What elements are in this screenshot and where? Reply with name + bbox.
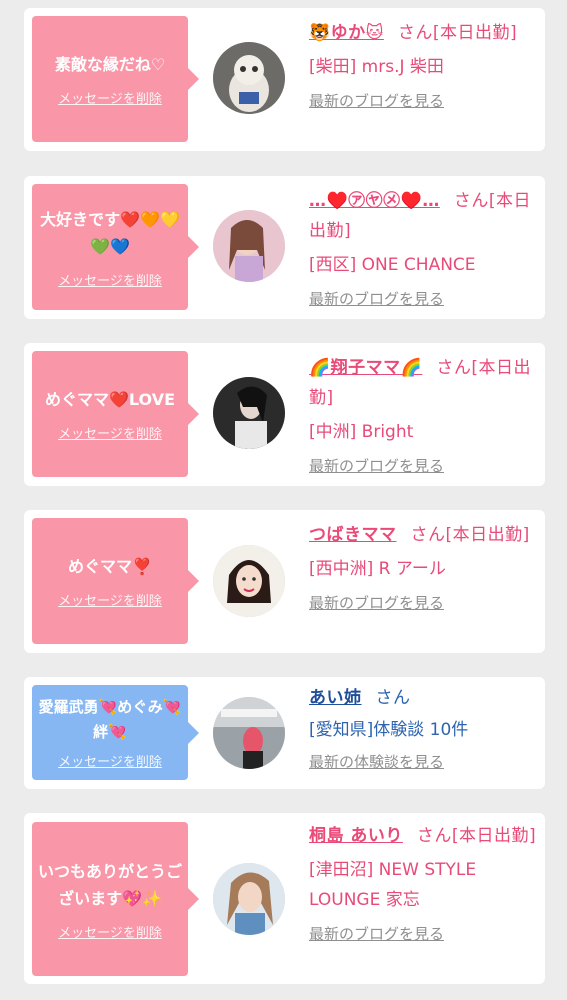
message-bubble: 大好きです❤️🧡💛💚💙 メッセージを削除 bbox=[32, 184, 199, 310]
woman-avatar[interactable] bbox=[213, 210, 285, 282]
latest-blog-link[interactable]: 最新のブログを見る bbox=[309, 455, 539, 476]
message-bubble: 素敵な縁だね♡ メッセージを削除 bbox=[32, 16, 199, 142]
message-bubble: めぐママ❣️ メッセージを削除 bbox=[32, 518, 199, 644]
woman-avatar[interactable] bbox=[213, 863, 285, 935]
message-card: いつもありがとうございます💖✨ メッセージを削除 桐島 あいり さん[本日出勤] … bbox=[24, 813, 545, 984]
shop-name: [西区] ONE CHANCE bbox=[309, 255, 476, 275]
message-bubble: めぐママ❤️LOVE メッセージを削除 bbox=[32, 351, 199, 477]
message-card: めぐママ❣️ メッセージを削除 つばきママ さん[本日出勤] [西中洲] R アー… bbox=[24, 510, 545, 653]
message-text: めぐママ❤️LOVE bbox=[44, 390, 176, 409]
username-link[interactable]: つばきママ bbox=[309, 525, 397, 545]
user-info: 🌈翔子ママ🌈 さん[本日出勤] [中洲] Bright 最新のブログを見る bbox=[309, 353, 539, 476]
message-card: 大好きです❤️🧡💛💚💙 メッセージを削除 …♥️㋐㋳㋱♥️… さん[本日出勤] [… bbox=[24, 176, 545, 319]
user-info: …♥️㋐㋳㋱♥️… さん[本日出勤] [西区] ONE CHANCE 最新のブログ… bbox=[309, 186, 539, 309]
user-info: つばきママ さん[本日出勤] [西中洲] R アール 最新のブログを見る bbox=[309, 520, 539, 613]
username-link[interactable]: 🐯ゆか🐱 bbox=[309, 23, 384, 43]
honorific: さん bbox=[416, 826, 452, 846]
shop-name: [中洲] Bright bbox=[309, 422, 414, 442]
work-status: [本日出勤] bbox=[445, 525, 530, 545]
latest-blog-link[interactable]: 最新のブログを見る bbox=[309, 288, 539, 309]
delete-message-link[interactable]: メッセージを削除 bbox=[58, 590, 162, 609]
message-text: 愛羅武勇💘めぐみ💘絆💘 bbox=[38, 698, 182, 741]
latest-blog-link[interactable]: 最新のブログを見る bbox=[309, 923, 539, 944]
message-text: 素敵な縁だね♡ bbox=[54, 55, 166, 74]
shop-name: [愛知県]体験談 10件 bbox=[309, 720, 469, 740]
latest-blog-link[interactable]: 最新のブログを見る bbox=[309, 592, 539, 613]
latest-experience-link[interactable]: 最新の体験談を見る bbox=[309, 751, 539, 772]
message-card: 愛羅武勇💘めぐみ💘絆💘 メッセージを削除 あい姉 さん [愛知県]体験談 10件 … bbox=[24, 677, 545, 789]
honorific: さん bbox=[436, 358, 472, 378]
username-link[interactable]: 桐島 あいり bbox=[309, 826, 403, 846]
user-info: 🐯ゆか🐱 さん[本日出勤] [柴田] mrs.J 柴田 最新のブログを見る bbox=[309, 18, 539, 111]
work-status: [本日出勤] bbox=[451, 826, 537, 846]
username-link[interactable]: あい姉 bbox=[309, 688, 362, 708]
woman-avatar[interactable] bbox=[213, 545, 285, 617]
person-avatar[interactable] bbox=[213, 697, 285, 769]
woman-avatar[interactable] bbox=[213, 377, 285, 449]
message-card: 素敵な縁だね♡ メッセージを削除 🐯ゆか🐱 さん[本日出勤] [柴田] mrs.J… bbox=[24, 8, 545, 151]
delete-message-link[interactable]: メッセージを削除 bbox=[58, 88, 162, 107]
username-link[interactable]: …♥️㋐㋳㋱♥️… bbox=[309, 191, 440, 211]
delete-message-link[interactable]: メッセージを削除 bbox=[58, 751, 162, 770]
shop-name: [柴田] mrs.J 柴田 bbox=[309, 57, 444, 77]
message-list: 素敵な縁だね♡ メッセージを削除 🐯ゆか🐱 さん[本日出勤] [柴田] mrs.J… bbox=[0, 0, 567, 1000]
shop-name: [西中洲] R アール bbox=[309, 559, 446, 579]
work-status: [本日出勤] bbox=[432, 23, 518, 43]
message-card: めぐママ❤️LOVE メッセージを削除 🌈翔子ママ🌈 さん[本日出勤] [中洲] … bbox=[24, 343, 545, 486]
user-info: 桐島 あいり さん[本日出勤] [津田沼] NEW STYLE LOUNGE 家忘… bbox=[309, 821, 539, 944]
message-bubble: 愛羅武勇💘めぐみ💘絆💘 メッセージを削除 bbox=[32, 685, 199, 780]
message-bubble: いつもありがとうございます💖✨ メッセージを削除 bbox=[32, 822, 199, 976]
honorific: さん bbox=[397, 23, 433, 43]
delete-message-link[interactable]: メッセージを削除 bbox=[58, 423, 162, 442]
cat-figure-avatar[interactable] bbox=[213, 42, 285, 114]
delete-message-link[interactable]: メッセージを削除 bbox=[58, 270, 162, 289]
honorific: さん bbox=[375, 688, 411, 708]
shop-name: [津田沼] NEW STYLE LOUNGE 家忘 bbox=[309, 860, 477, 910]
message-text: 大好きです❤️🧡💛💚💙 bbox=[40, 209, 180, 256]
latest-blog-link[interactable]: 最新のブログを見る bbox=[309, 90, 539, 111]
message-text: めぐママ❣️ bbox=[68, 557, 152, 576]
message-text: いつもありがとうございます💖✨ bbox=[37, 861, 182, 908]
user-info: あい姉 さん [愛知県]体験談 10件 最新の体験談を見る bbox=[309, 683, 539, 772]
delete-message-link[interactable]: メッセージを削除 bbox=[58, 922, 162, 941]
username-link[interactable]: 🌈翔子ママ🌈 bbox=[309, 358, 422, 378]
honorific: さん bbox=[453, 191, 489, 211]
honorific: さん bbox=[410, 525, 446, 545]
